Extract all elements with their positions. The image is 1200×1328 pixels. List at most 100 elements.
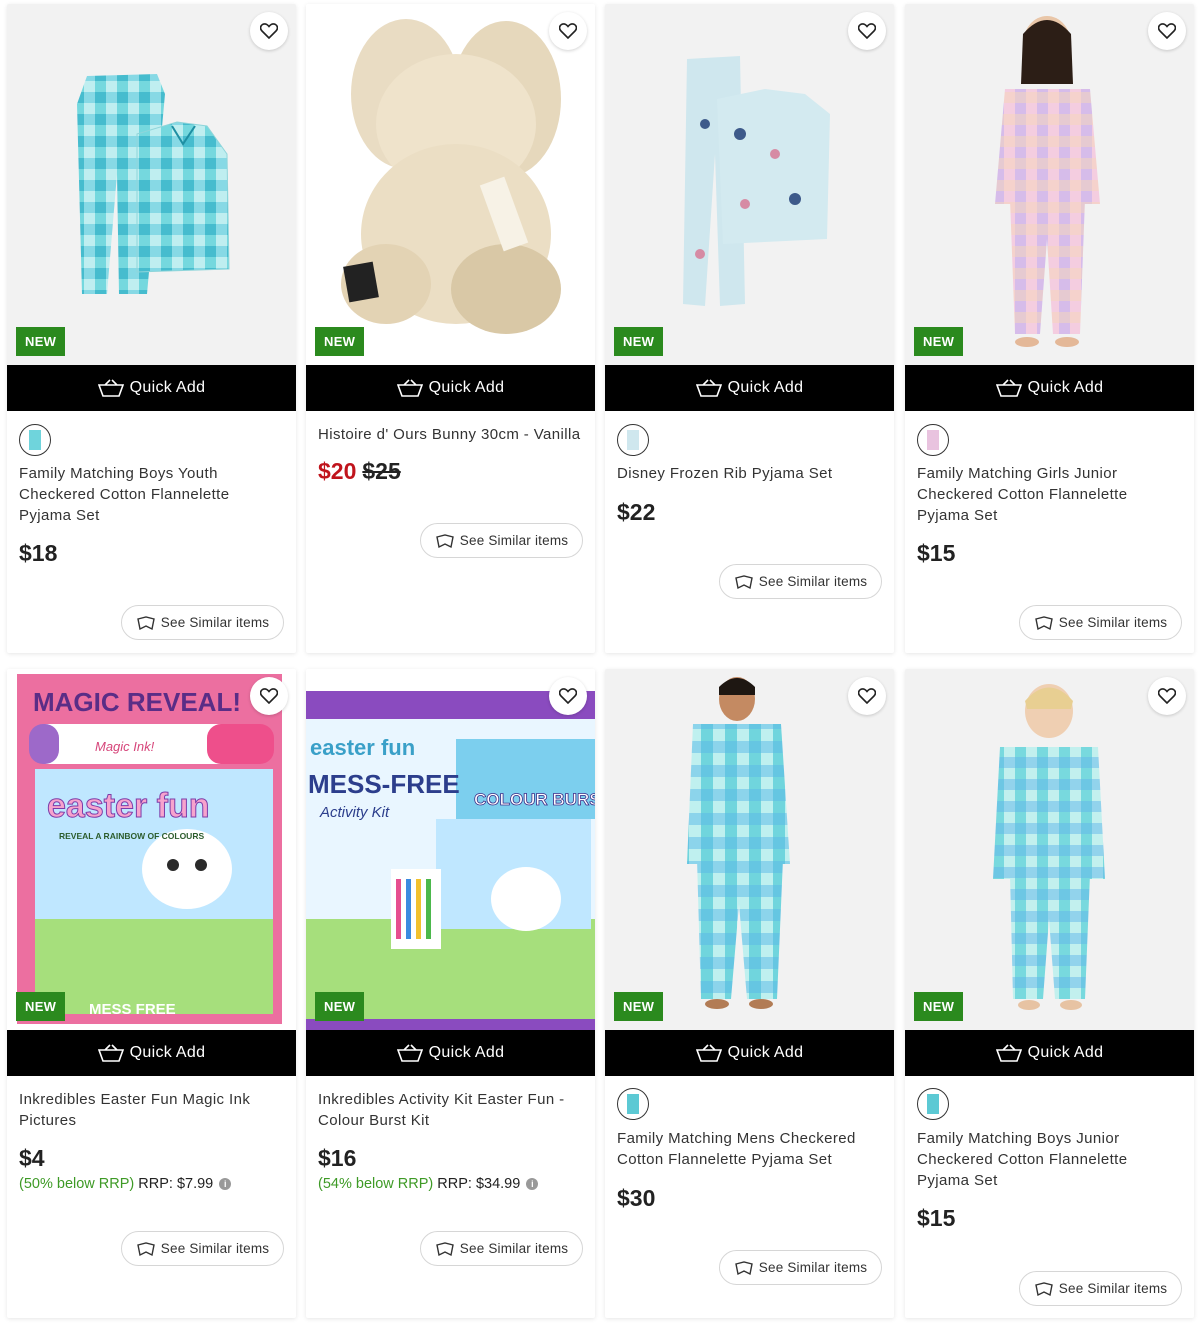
quick-add-button[interactable]: Quick Add [7, 365, 296, 411]
heart-icon [260, 23, 278, 39]
hanger-tag-icon [734, 1260, 753, 1275]
quick-add-button[interactable]: Quick Add [905, 365, 1194, 411]
basket-icon [995, 1044, 1022, 1062]
product-image[interactable]: NEW [605, 669, 894, 1030]
basket-icon [396, 379, 423, 397]
book-pen-text: Magic Ink! [95, 739, 155, 754]
hanger-tag-icon [1034, 615, 1053, 630]
info-icon[interactable]: i [219, 1178, 232, 1190]
product-card[interactable]: easter fun MESS-FREE Activity Kit COLOUR… [306, 669, 595, 1318]
see-similar-label: See Similar items [459, 1241, 569, 1256]
quick-add-button[interactable]: Quick Add [306, 365, 595, 411]
product-image[interactable]: NEW [905, 4, 1194, 365]
favourite-button[interactable] [549, 12, 587, 50]
book-sub-text: REVEAL A RAINBOW OF COLOURS [59, 831, 204, 841]
product-price: $15 [917, 540, 955, 567]
price-value: $4 [19, 1145, 45, 1171]
product-image[interactable]: NEW [605, 4, 894, 365]
book-bottom-text: MESS FREE [89, 1001, 176, 1018]
below-rrp-text: (50% below RRP) [19, 1176, 135, 1192]
price-value: $22 [617, 499, 656, 525]
price-value: $30 [617, 1185, 656, 1211]
heart-icon [559, 688, 577, 704]
new-badge: NEW [16, 327, 66, 356]
kit-top-text: easter fun [310, 735, 415, 760]
favourite-button[interactable] [250, 677, 288, 715]
swatch-pyjama-icon [627, 430, 639, 450]
heart-icon [260, 688, 278, 704]
see-similar-button[interactable]: See Similar items [121, 1231, 284, 1266]
quick-add-button[interactable]: Quick Add [306, 1030, 595, 1076]
product-image[interactable]: NEW [905, 669, 1194, 1030]
favourite-button[interactable] [1148, 677, 1186, 715]
product-card[interactable]: NEW Quick Add Family Matching Girls Juni… [905, 4, 1194, 653]
product-image[interactable]: NEW [306, 4, 595, 365]
colour-swatch[interactable] [19, 424, 51, 456]
favourite-button[interactable] [848, 677, 886, 715]
activity-kit-box-icon: easter fun MESS-FREE Activity Kit COLOUR… [306, 691, 595, 1030]
product-image[interactable]: easter fun MESS-FREE Activity Kit COLOUR… [306, 669, 595, 1030]
quick-add-label: Quick Add [129, 1044, 206, 1061]
product-title[interactable]: Histoire d' Ours Bunny 30cm - Vanilla [318, 424, 583, 445]
colour-swatch[interactable] [917, 1088, 949, 1120]
price-value: $16 [318, 1145, 357, 1171]
product-card[interactable]: MAGIC REVEAL! Magic Ink! easter fun REVE… [7, 669, 296, 1318]
product-card[interactable]: NEW Quick Add Disney Frozen Rib Pyjama S… [605, 4, 894, 653]
quick-add-button[interactable]: Quick Add [605, 1030, 894, 1076]
blue-frozen-pyjama-icon [683, 56, 830, 306]
product-image[interactable]: NEW [7, 4, 296, 365]
quick-add-label: Quick Add [428, 1044, 505, 1061]
magic-reveal-book-icon: MAGIC REVEAL! Magic Ink! easter fun REVE… [17, 674, 282, 1024]
product-title[interactable]: Inkredibles Activity Kit Easter Fun - Co… [318, 1089, 583, 1131]
hanger-tag-icon [734, 574, 753, 589]
pastel-check-pyjama-icon [995, 16, 1100, 347]
quick-add-button[interactable]: Quick Add [905, 1030, 1194, 1076]
product-card[interactable]: NEW Quick Add Family Matching Boys Youth… [7, 4, 296, 653]
see-similar-button[interactable]: See Similar items [420, 1231, 583, 1266]
see-similar-button[interactable]: See Similar items [1019, 605, 1182, 640]
see-similar-button[interactable]: See Similar items [420, 523, 583, 558]
book-main-text: easter fun [47, 787, 210, 825]
mens-check-pyjama-icon [687, 677, 790, 1009]
product-title[interactable]: Disney Frozen Rib Pyjama Set [617, 463, 882, 484]
new-badge: NEW [16, 992, 66, 1021]
rrp-info: (54% below RRP) RRP: $34.99 i [318, 1176, 539, 1192]
quick-add-button[interactable]: Quick Add [605, 365, 894, 411]
colour-swatch[interactable] [617, 424, 649, 456]
kit-burst-text: COLOUR BURST [474, 790, 595, 809]
product-title[interactable]: Family Matching Boys Youth Checkered Cot… [19, 463, 284, 526]
favourite-button[interactable] [250, 12, 288, 50]
favourite-button[interactable] [848, 12, 886, 50]
hanger-tag-icon [1034, 1281, 1053, 1296]
product-card[interactable]: NEW Quick Add Family Matching Boys Junio… [905, 669, 1194, 1318]
product-title[interactable]: Inkredibles Easter Fun Magic Ink Picture… [19, 1089, 284, 1131]
new-badge: NEW [315, 327, 365, 356]
product-card[interactable]: NEW Quick Add Histoire d' Ours Bunny 30c… [306, 4, 595, 653]
info-icon[interactable]: i [526, 1178, 539, 1190]
product-price: $15 [917, 1205, 955, 1232]
see-similar-button[interactable]: See Similar items [1019, 1271, 1182, 1306]
colour-swatch[interactable] [917, 424, 949, 456]
quick-add-button[interactable]: Quick Add [7, 1030, 296, 1076]
below-rrp-text: (54% below RRP) [318, 1176, 434, 1192]
favourite-button[interactable] [549, 677, 587, 715]
swatch-pyjama-icon [29, 430, 41, 450]
boys-check-pyjama-icon [993, 684, 1105, 1010]
see-similar-label: See Similar items [758, 1260, 868, 1275]
heart-icon [858, 23, 876, 39]
product-title[interactable]: Family Matching Girls Junior Checkered C… [917, 463, 1182, 526]
favourite-button[interactable] [1148, 12, 1186, 50]
swatch-pyjama-icon [627, 1094, 639, 1114]
product-title[interactable]: Family Matching Boys Junior Checkered Co… [917, 1128, 1182, 1191]
turquoise-check-pyjama-icon [77, 74, 230, 294]
new-badge: NEW [614, 327, 664, 356]
see-similar-button[interactable]: See Similar items [121, 605, 284, 640]
see-similar-button[interactable]: See Similar items [719, 1250, 882, 1285]
product-image[interactable]: MAGIC REVEAL! Magic Ink! easter fun REVE… [7, 669, 296, 1030]
colour-swatch[interactable] [617, 1088, 649, 1120]
hanger-tag-icon [136, 1241, 155, 1256]
see-similar-button[interactable]: See Similar items [719, 564, 882, 599]
product-card[interactable]: NEW Quick Add Family Matching Mens Check… [605, 669, 894, 1318]
product-price: $4 [19, 1145, 45, 1172]
product-title[interactable]: Family Matching Mens Checkered Cotton Fl… [617, 1128, 882, 1170]
